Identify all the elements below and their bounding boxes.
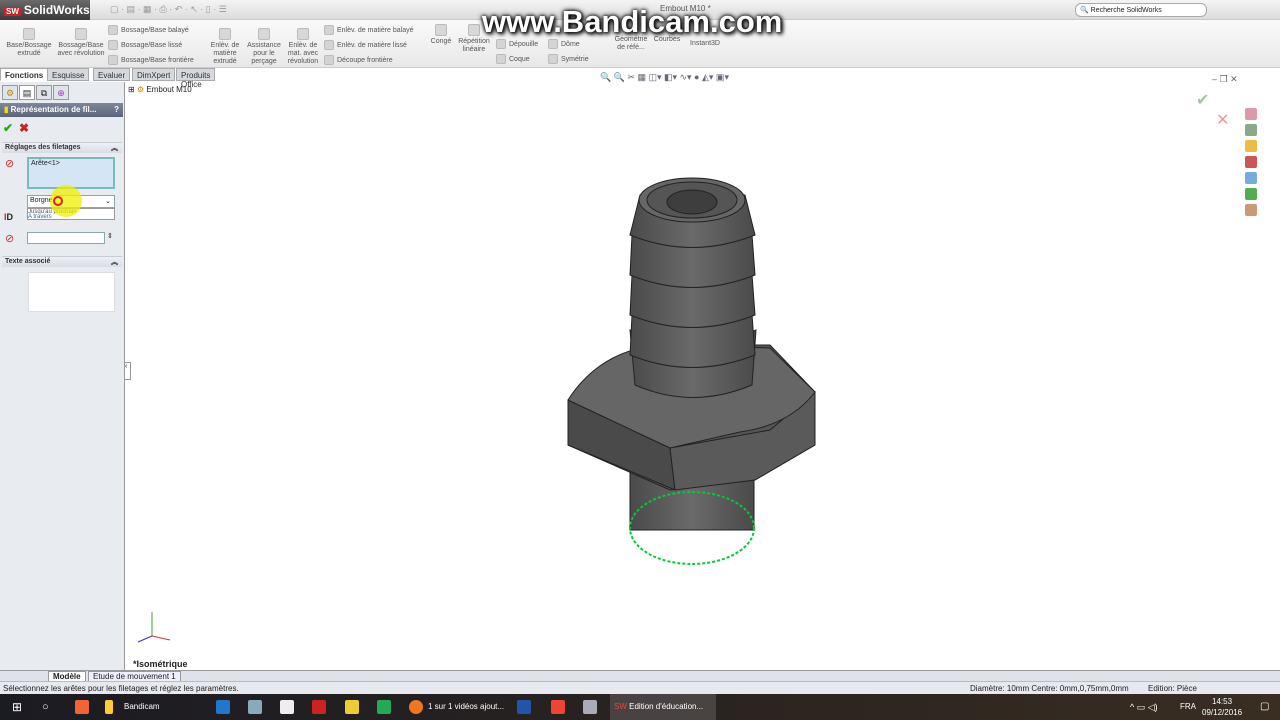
panel-collapse-handle[interactable]: ‹ — [124, 362, 131, 380]
task-pane-tabs — [1245, 108, 1261, 220]
tab-dimxpert[interactable]: DimXpert — [132, 68, 176, 81]
heads-up-view-toolbar[interactable]: 🔍 🔍 ✂ ▦ ◫▾ ◧▾ ∿▾ ● ◭▾ ▣▾ — [600, 72, 729, 83]
depth-icon: ID — [4, 212, 14, 222]
solidworks-logo[interactable]: SWSolidWorks ▸ — [0, 0, 90, 31]
tab-esquisse[interactable]: Esquisse — [47, 68, 90, 81]
lofted-cut-button[interactable]: Enlèv. de matière lissé — [324, 40, 407, 50]
taskbar-bandicam[interactable]: Bandicam — [124, 694, 160, 720]
feature-tree-tab-icon[interactable]: ⚙ — [2, 85, 18, 100]
configuration-tab-icon[interactable]: ⧉ — [36, 85, 52, 100]
boundary-boss-button[interactable]: Bossage/Base frontière — [108, 55, 194, 65]
associated-text-box[interactable] — [28, 272, 115, 312]
taskbar-firefox[interactable]: 1 sur 1 vidéos ajout... — [428, 694, 504, 720]
app3-icon[interactable] — [583, 700, 597, 714]
window-controls[interactable]: – ❐ ✕ — [1212, 74, 1238, 85]
part-icon: ⚙ — [136, 85, 145, 94]
appearances-icon[interactable] — [1245, 188, 1257, 200]
property-manager-tab-icon[interactable]: ▤ — [19, 85, 35, 100]
edge-selection-icon: ⊘ — [5, 158, 15, 170]
mirror-button[interactable]: Symétrie — [548, 54, 589, 64]
confirm-corner-ok-icon[interactable]: ✔ — [1196, 90, 1209, 110]
solidworks-taskbar-icon[interactable] — [312, 700, 326, 714]
feature-tree: ⊞ ⚙ Embout M10 — [128, 85, 192, 94]
status-measurement: Diamètre: 10mm Centre: 0mm,0,75mm,0mm — [970, 684, 1129, 693]
bandicam-rec-icon[interactable] — [75, 700, 89, 714]
dome-button[interactable]: Dôme — [548, 39, 580, 49]
windows-taskbar: ⊞ ○ Bandicam 1 sur 1 vidéos ajout... SW … — [0, 694, 1280, 720]
manager-tabs: ⚙ ▤ ⧉ ⊕ — [0, 85, 125, 101]
quick-access-toolbar[interactable]: ▢ · ▤ · ▦ · ⎙ · ↶ · ↖ · ▯ · ☰ — [110, 4, 227, 15]
bandicam-icon[interactable] — [105, 700, 113, 714]
cancel-icon[interactable]: ✖ — [19, 121, 29, 135]
loft-boss-button[interactable]: Bossage/Base lissé — [108, 40, 182, 50]
app-icon[interactable] — [248, 700, 262, 714]
panel-header: ▮ Représentation de fil...? — [0, 103, 123, 117]
app-name: SolidWorks — [23, 3, 90, 17]
dimxpert-tab-icon[interactable]: ⊕ — [53, 85, 69, 100]
edge-icon[interactable] — [216, 700, 230, 714]
revolve-button[interactable]: Bossage/Base avec révolution — [56, 28, 106, 58]
tab-fonctions[interactable]: Fonctions — [0, 68, 49, 81]
status-bar: Sélectionnez les arêtes pour les filetag… — [0, 681, 1280, 694]
excel-icon[interactable] — [377, 700, 391, 714]
help-button[interactable]: ? — [114, 105, 119, 114]
extruded-cut-button[interactable]: Enlèv. de matière extrudé — [206, 28, 244, 66]
view-orientation-label: *Isométrique — [133, 659, 188, 669]
boundary-cut-button[interactable]: Découpe frontière — [324, 55, 393, 65]
section-thread-settings[interactable]: Réglages des filetages ︽ — [2, 142, 122, 153]
search-placeholder: Recherche SolidWorks — [1090, 7, 1162, 14]
view-palette-icon[interactable] — [1245, 172, 1257, 184]
cortana-button[interactable]: ○ — [42, 694, 49, 720]
barbed-body — [629, 177, 757, 398]
status-message: Sélectionnez les arêtes pour les filetag… — [3, 684, 239, 693]
tree-root-item[interactable]: Embout M10 — [146, 85, 191, 94]
hole-wizard-button[interactable]: Assistance pour le perçage — [244, 28, 284, 66]
start-button[interactable]: ⊞ — [12, 694, 22, 720]
swept-boss-button[interactable]: Bossage/Base balayé — [108, 25, 189, 35]
part-model[interactable] — [540, 170, 840, 580]
section-associated-text[interactable]: Texte associé ︽ — [2, 256, 122, 267]
resources-icon[interactable] — [1245, 108, 1257, 120]
tab-produits-office[interactable]: Produits Office — [176, 68, 216, 89]
panel-title: Représentation de fil... — [10, 105, 97, 114]
notifications-icon[interactable]: ▢ — [1260, 694, 1269, 720]
shell-button[interactable]: Coque — [496, 54, 530, 64]
instant3d-button[interactable]: Instant3D — [686, 40, 724, 48]
search-input[interactable]: 🔍 Recherche SolidWorks — [1075, 3, 1207, 17]
extrude-button[interactable]: Base/Bossage extrudé — [4, 28, 54, 58]
word-icon[interactable] — [517, 700, 531, 714]
sticky-notes-icon[interactable] — [345, 700, 359, 714]
file-explorer-icon[interactable] — [1245, 140, 1257, 152]
diameter-spinner[interactable]: ⇕ — [107, 232, 113, 240]
clock[interactable]: 14:53 09/12/2016 — [1202, 696, 1242, 718]
tab-evaluer[interactable]: Evaluer — [93, 68, 131, 81]
edge-selection-box[interactable]: Arête<1> — [27, 157, 115, 189]
diameter-input[interactable] — [27, 232, 105, 244]
custom-properties-icon[interactable] — [1245, 204, 1257, 216]
click-indicator — [53, 196, 63, 206]
triad-icon — [137, 612, 171, 643]
search-results-icon[interactable] — [1245, 156, 1257, 168]
design-library-icon[interactable] — [1245, 124, 1257, 136]
diameter-icon: ⊘ — [5, 233, 15, 245]
language-indicator[interactable]: FRA — [1180, 694, 1196, 720]
fillet-button[interactable]: Congé — [428, 24, 454, 46]
confirm-corner-cancel-icon[interactable]: ✕ — [1216, 110, 1229, 130]
thread-icon: ▮ — [4, 105, 9, 114]
firefox-icon[interactable] — [409, 700, 423, 714]
draft-button[interactable]: Dépouille — [496, 39, 538, 49]
bottom-tabs: Modèle Etude de mouvement 1 — [0, 670, 1280, 682]
ok-icon[interactable]: ✔ — [3, 121, 13, 135]
expand-icon[interactable]: ⊞ — [128, 85, 135, 94]
store-icon[interactable] — [280, 700, 294, 714]
revolved-cut-button[interactable]: Enlèv. de mat. avec révolution — [284, 28, 322, 66]
swept-cut-button[interactable]: Enlèv. de matière balayé — [324, 25, 414, 35]
taskbar-solidworks-edu[interactable]: SW Edition d'éducation... — [610, 694, 716, 720]
app2-icon[interactable] — [551, 700, 565, 714]
system-tray[interactable]: ^ ▭ ◁) — [1130, 694, 1158, 720]
status-mode: Edition: Pièce — [1148, 684, 1197, 693]
bandicam-watermark: www.Bandicam.com — [482, 4, 783, 39]
